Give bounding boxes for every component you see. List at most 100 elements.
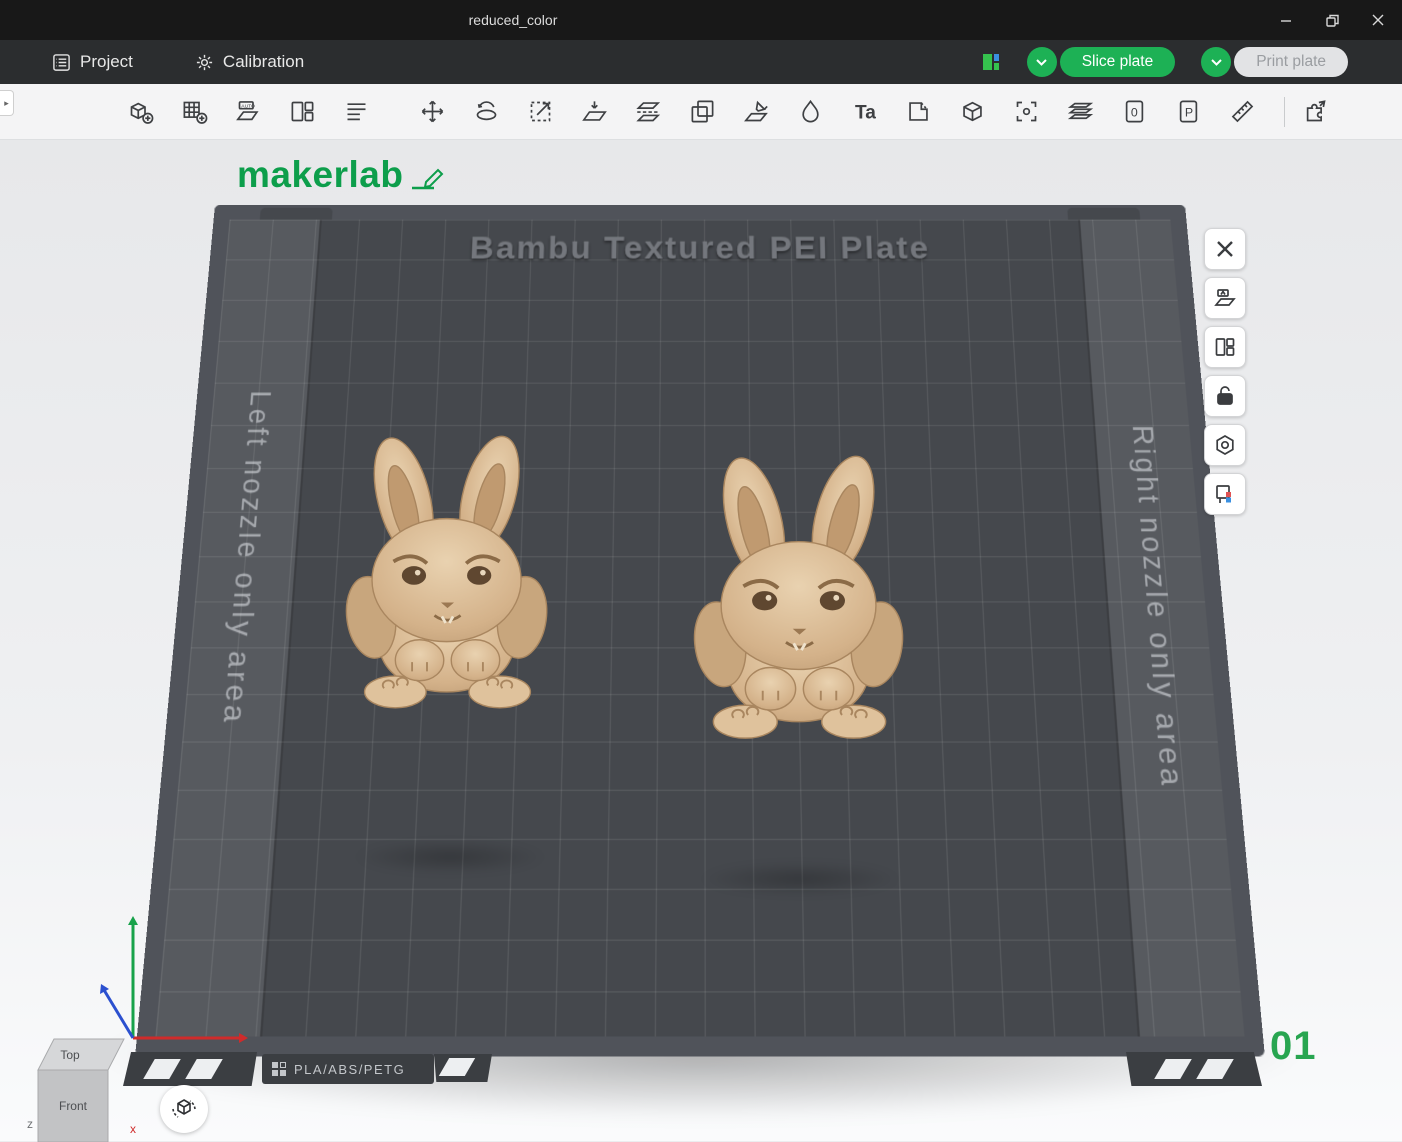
arrange-plate-button[interactable] xyxy=(1204,326,1246,368)
auto-orient-plate-button[interactable] xyxy=(1204,277,1246,319)
plate-mount-tab xyxy=(259,207,333,220)
arrange-icon xyxy=(291,101,313,122)
add-primitive-icon xyxy=(962,101,982,122)
arrange-button[interactable] xyxy=(282,91,322,133)
window-controls xyxy=(1270,0,1394,40)
slice-dropdown-button[interactable] xyxy=(1026,47,1057,77)
scale-button[interactable] xyxy=(520,91,560,133)
support-paint-button[interactable] xyxy=(736,91,776,133)
objects-list-button[interactable] xyxy=(336,91,376,133)
select-frame-button[interactable] xyxy=(1006,91,1046,133)
plates-layout-icon[interactable] xyxy=(981,52,1001,72)
assembly-view-button[interactable] xyxy=(1299,91,1332,133)
add-plate-icon xyxy=(183,101,207,124)
model-bunny-left[interactable] xyxy=(345,418,550,718)
plate-settings-icon xyxy=(1216,435,1234,455)
chevron-down-icon xyxy=(1210,58,1222,66)
svg-text:AUTO: AUTO xyxy=(241,103,255,109)
orbit-control-button[interactable] xyxy=(160,1085,208,1133)
toolbar-separator xyxy=(1284,96,1285,127)
nav-cube-top-label: Top xyxy=(60,1048,80,1062)
process-p-icon: P xyxy=(1179,100,1197,123)
lock-icon xyxy=(1217,386,1233,405)
viewport-canvas[interactable]: ▸ makerlab Left nozzle only area Right n… xyxy=(0,90,1402,1142)
color-plate-icon xyxy=(1216,485,1231,503)
seam-paint-button[interactable] xyxy=(898,91,938,133)
move-button[interactable] xyxy=(412,91,452,133)
measure-icon xyxy=(1231,100,1253,123)
gear-icon xyxy=(196,54,213,70)
plate-title: Bambu Textured PEI Plate xyxy=(469,230,931,266)
axis-z-label: z xyxy=(27,1117,33,1131)
process-p-button[interactable]: P xyxy=(1168,91,1208,133)
signature-pen-icon xyxy=(411,168,443,190)
makerlab-logo-text: makerlab xyxy=(237,154,404,195)
color-plate-button[interactable] xyxy=(1204,473,1246,515)
print-split-button: Print plate xyxy=(1201,47,1348,77)
toolbar-group-object: Ta 0 P xyxy=(412,91,1262,133)
clone-button[interactable] xyxy=(682,91,722,133)
plate-settings-button[interactable] xyxy=(1204,424,1246,466)
cut-icon xyxy=(635,102,660,122)
scale-icon xyxy=(530,101,550,122)
support-paint-icon xyxy=(743,100,768,122)
model-shadow xyxy=(355,840,545,874)
process-0-icon: 0 xyxy=(1125,100,1143,123)
orbit-cube-icon xyxy=(172,1099,196,1118)
arrange-plate-icon xyxy=(1215,338,1235,356)
plate-mount-tab xyxy=(1067,207,1141,220)
place-on-face-icon xyxy=(581,101,607,121)
slice-plate-button[interactable]: Slice plate xyxy=(1059,47,1176,77)
cut-button[interactable] xyxy=(628,91,668,133)
menu-project-label: Project xyxy=(80,52,133,71)
menu-project[interactable]: Project xyxy=(52,52,133,72)
objects-list-icon xyxy=(347,103,365,121)
add-primitive-button[interactable] xyxy=(952,91,992,133)
delete-all-button[interactable] xyxy=(1204,228,1246,270)
menu-calibration[interactable]: Calibration xyxy=(195,52,304,72)
variable-layer-height-button[interactable] xyxy=(1060,91,1100,133)
makerlab-logo: makerlab xyxy=(237,154,444,196)
model-shadow xyxy=(700,862,900,896)
slice-split-button: Slice plate xyxy=(1026,47,1176,77)
close-icon xyxy=(1372,14,1384,26)
add-model-button[interactable] xyxy=(120,91,160,133)
project-icon xyxy=(53,53,70,71)
plate-side-toolbar xyxy=(1204,228,1246,515)
plate-cutout xyxy=(1196,1059,1234,1079)
expander-arrow-icon: ▸ xyxy=(4,97,9,108)
add-model-icon xyxy=(130,102,153,124)
left-panel-expander[interactable]: ▸ xyxy=(0,90,14,116)
plate-front-tab-right xyxy=(1126,1052,1262,1086)
select-frame-icon xyxy=(1016,101,1036,122)
model-bunny-right[interactable] xyxy=(692,443,907,743)
window-title: reduced_color xyxy=(468,12,558,28)
move-icon xyxy=(421,100,443,123)
axis-x-label: x xyxy=(130,1122,136,1136)
process-0-button[interactable]: 0 xyxy=(1114,91,1154,133)
color-paint-button[interactable] xyxy=(790,91,830,133)
plate-material-label: PLA/ABS/PETG xyxy=(294,1061,406,1077)
restore-button[interactable] xyxy=(1316,6,1348,34)
seam-paint-icon xyxy=(908,102,928,121)
nav-cube-front-label: Front xyxy=(59,1099,88,1113)
rotate-button[interactable] xyxy=(466,91,506,133)
print-dropdown-button[interactable] xyxy=(1201,47,1232,77)
measure-button[interactable] xyxy=(1222,91,1262,133)
lock-plate-button[interactable] xyxy=(1204,375,1246,417)
add-text-button[interactable]: Ta xyxy=(844,91,884,133)
minimize-icon xyxy=(1281,20,1291,22)
plate-cutout xyxy=(438,1058,476,1076)
place-on-face-button[interactable] xyxy=(574,91,614,133)
minimize-button[interactable] xyxy=(1270,6,1302,34)
add-plate-button[interactable] xyxy=(174,91,214,133)
assembly-view-icon xyxy=(1306,100,1326,122)
plate-front-tab-middle xyxy=(434,1054,492,1082)
color-paint-icon xyxy=(801,99,819,123)
close-button[interactable] xyxy=(1362,6,1394,34)
bambu-logo-icon xyxy=(272,1062,286,1076)
svg-text:Ta: Ta xyxy=(854,102,875,123)
print-plate-button[interactable]: Print plate xyxy=(1234,47,1348,77)
auto-orient-button[interactable]: AUTO xyxy=(228,91,268,133)
menu-calibration-label: Calibration xyxy=(222,52,305,71)
